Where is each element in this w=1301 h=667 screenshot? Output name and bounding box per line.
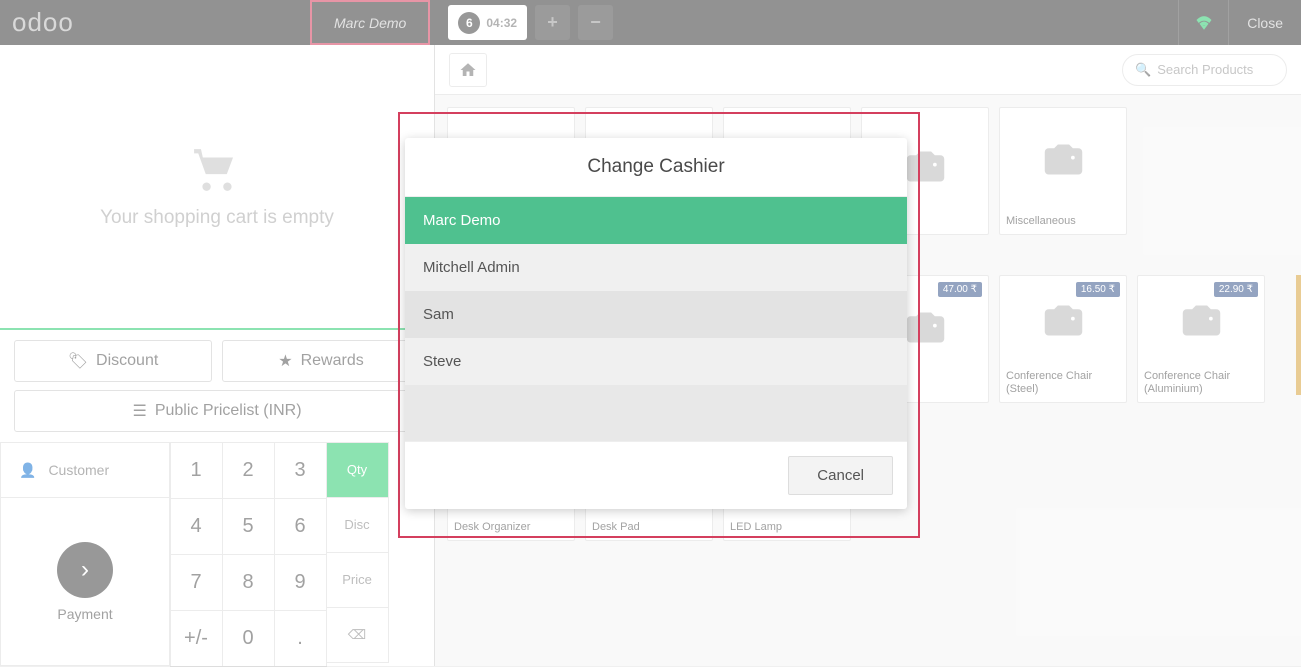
cancel-button[interactable]: Cancel xyxy=(788,456,893,495)
modal-title: Change Cashier xyxy=(405,138,907,197)
modal-spacer xyxy=(405,385,907,441)
cashier-option[interactable]: Steve xyxy=(405,338,907,385)
cashier-list: Marc DemoMitchell AdminSamSteve xyxy=(405,197,907,385)
cashier-option[interactable]: Marc Demo xyxy=(405,197,907,244)
cashier-option[interactable]: Mitchell Admin xyxy=(405,244,907,291)
cashier-option[interactable]: Sam xyxy=(405,291,907,338)
change-cashier-modal: Change Cashier Marc DemoMitchell AdminSa… xyxy=(405,138,907,509)
